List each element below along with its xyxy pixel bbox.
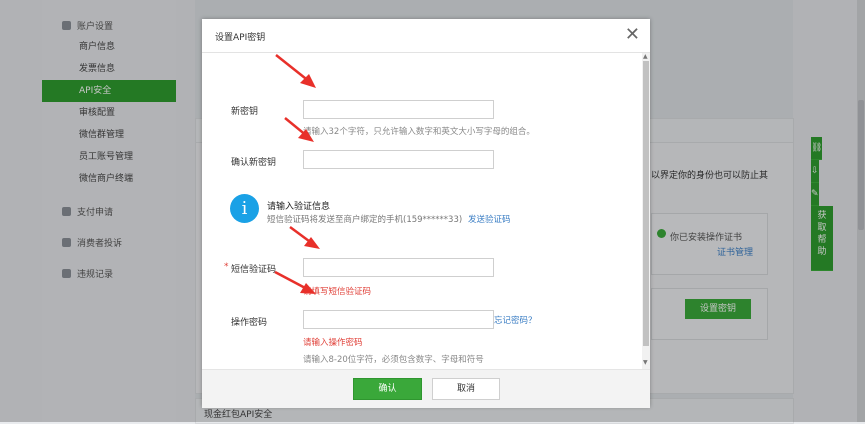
arrow-new-key [275,54,316,88]
annotation-arrows [274,54,320,294]
arrow-op-password [274,270,316,294]
arrow-sms-code [289,225,320,249]
arrow-confirm-key [284,117,314,142]
